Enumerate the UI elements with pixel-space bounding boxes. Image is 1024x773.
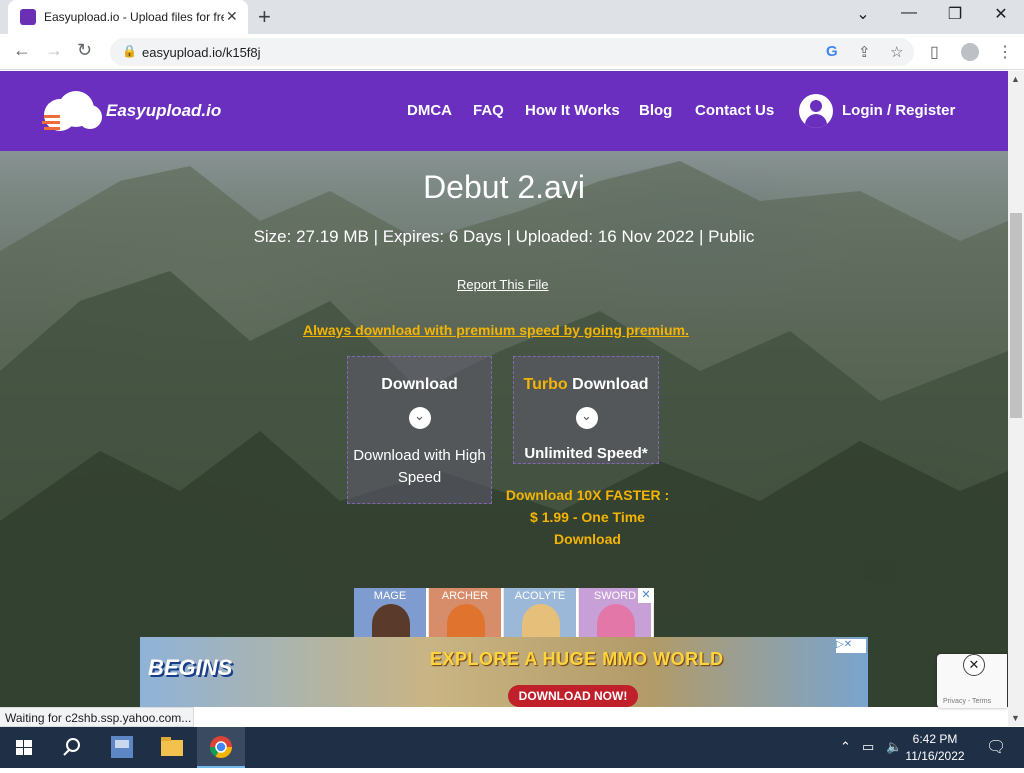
premium-link[interactable]: Always download with premium speed by go… (303, 322, 689, 338)
forward-arrow-icon[interactable]: → (45, 40, 63, 61)
free-download-button[interactable]: Download ⌄ Download with High Speed (347, 356, 492, 504)
report-file-link[interactable]: Report This File (457, 277, 549, 292)
ad-choices-icon[interactable]: ▷✕ (836, 639, 866, 653)
login-register-link[interactable]: Login / Register (842, 102, 955, 119)
brand-name: Easyupload.io (106, 101, 222, 120)
bookmark-star-icon[interactable]: ☆ (890, 43, 903, 61)
turbo-download-title: Turbo Download (514, 376, 658, 394)
ad-class-label: ACOLYTE (514, 590, 566, 602)
site-header: Easyupload.io DMCA FAQ How It Works Blog… (0, 71, 1008, 151)
start-button[interactable] (0, 727, 48, 768)
windows-taskbar: ⌃ ▭ 🔈 6:42 PM 11/16/2022 🗨 (0, 727, 1024, 768)
address-bar[interactable]: 🔒 easyupload.io/k15f8j G ⇪ ☆ (110, 38, 914, 66)
share-icon[interactable]: ⇪ (858, 43, 871, 61)
search-icon (63, 738, 80, 756)
back-arrow-icon[interactable]: ← (13, 40, 31, 61)
scroll-down-arrow-icon[interactable]: ▼ (1011, 713, 1020, 723)
character-face (372, 604, 410, 638)
game-logo: BEGINS (148, 655, 233, 680)
notifications-icon[interactable]: 🗨 (986, 737, 1006, 757)
scrollbar-thumb[interactable] (1010, 213, 1022, 418)
lock-icon: 🔒 (122, 44, 137, 58)
nav-link-blog[interactable]: Blog (639, 102, 672, 119)
chrome-icon (210, 736, 232, 758)
file-info: Size: 27.19 MB | Expires: 6 Days | Uploa… (253, 227, 755, 246)
restore-button[interactable]: ❐ (932, 4, 978, 24)
profile-avatar-icon[interactable] (961, 43, 979, 61)
free-download-subtitle: Download with High Speed (353, 447, 486, 486)
clock-date: 11/16/2022 (905, 749, 965, 763)
ad-class-archer: ARCHER (429, 588, 503, 638)
turbo-download-word: Download (572, 376, 649, 393)
chevron-down-icon: ⌄ (576, 407, 598, 429)
taskbar-app-media[interactable] (98, 727, 146, 768)
turbo-price-text[interactable]: Download 10X FASTER : $ 1.99 - One Time … (500, 484, 675, 550)
user-avatar-icon[interactable] (799, 94, 833, 128)
nav-link-contact-us[interactable]: Contact Us (695, 102, 774, 119)
minimize-button[interactable]: — (886, 4, 932, 22)
ad-class-label: MAGE (373, 590, 407, 602)
taskbar-file-explorer[interactable] (148, 727, 196, 768)
taskbar-clock[interactable]: 6:42 PM 11/16/2022 (900, 731, 970, 765)
clock-time: 6:42 PM (912, 732, 958, 746)
ad-download-now-button[interactable]: DOWNLOAD NOW! (508, 685, 638, 707)
free-download-title: Download (381, 376, 458, 393)
character-face (522, 604, 560, 638)
ad-headline: EXPLORE A HUGE MMO WORLD (430, 649, 724, 669)
ad-close-icon[interactable]: ✕ (638, 588, 654, 603)
tray-chevron-up-icon[interactable]: ⌃ (840, 739, 851, 755)
close-window-button[interactable]: ✕ (978, 4, 1024, 24)
browser-status-bar: Waiting for c2shb.ssp.yahoo.com... (0, 707, 194, 727)
banner-close-icon[interactable]: ✕ (963, 654, 985, 676)
nav-link-how-it-works[interactable]: How It Works (525, 102, 620, 119)
google-translate-icon[interactable]: G (826, 43, 838, 60)
site-logo[interactable]: Easyupload.io (40, 83, 230, 139)
avatar-body (805, 114, 827, 128)
character-face (447, 604, 485, 638)
file-title: Debut 2.avi (423, 169, 585, 205)
page-viewport: Easyupload.io DMCA FAQ How It Works Blog… (0, 71, 1008, 707)
nav-link-faq[interactable]: FAQ (473, 102, 504, 119)
turbo-download-subtitle: Unlimited Speed* (524, 445, 648, 462)
folder-icon (161, 737, 183, 756)
reload-icon[interactable]: ↻ (77, 40, 92, 61)
media-app-icon (111, 736, 133, 758)
game-class-ad[interactable]: MAGE ARCHER ACOLYTE SWORD (354, 588, 654, 638)
tab-close-icon[interactable]: ✕ (226, 8, 238, 25)
nav-link-dmca[interactable]: DMCA (407, 102, 452, 119)
windows-logo-icon (16, 740, 32, 755)
tab-search-icon[interactable]: ⌄ (840, 4, 886, 24)
recaptcha-label[interactable]: Privacy - Terms (943, 698, 991, 705)
taskbar-chrome[interactable] (197, 727, 245, 768)
avatar-head (810, 100, 822, 112)
turbo-word: Turbo (523, 376, 568, 393)
side-panel-icon[interactable]: ▯ (930, 42, 939, 62)
ad-class-mage: MAGE (354, 588, 428, 638)
browser-tab-bar: Easyupload.io - Upload files for free ✕ … (0, 0, 1024, 34)
scroll-up-arrow-icon[interactable]: ▲ (1011, 74, 1020, 84)
new-tab-button[interactable]: + (258, 4, 271, 30)
browser-toolbar: ← → ↻ 🔒 easyupload.io/k15f8j G ⇪ ☆ ▯ ⋮ (0, 34, 1024, 70)
network-icon[interactable]: ▭ (862, 739, 874, 755)
url-text[interactable]: easyupload.io/k15f8j (142, 45, 261, 60)
bottom-banner-ad[interactable]: BEGINS EXPLORE A HUGE MMO WORLD DOWNLOAD… (140, 637, 868, 707)
site-favicon-icon (20, 9, 36, 25)
character-face (597, 604, 635, 638)
ad-class-label: ARCHER (441, 590, 489, 602)
turbo-download-button[interactable]: Turbo Download ⌄ Unlimited Speed* (513, 356, 659, 464)
cloud-logo-icon (42, 91, 102, 131)
browser-tab[interactable]: Easyupload.io - Upload files for free ✕ (8, 0, 248, 34)
search-button[interactable] (48, 727, 96, 768)
chevron-down-icon: ⌄ (409, 407, 431, 429)
menu-dots-icon[interactable]: ⋮ (997, 42, 1013, 62)
tab-title: Easyupload.io - Upload files for free (44, 10, 224, 24)
ad-class-acolyte: ACOLYTE (504, 588, 578, 638)
